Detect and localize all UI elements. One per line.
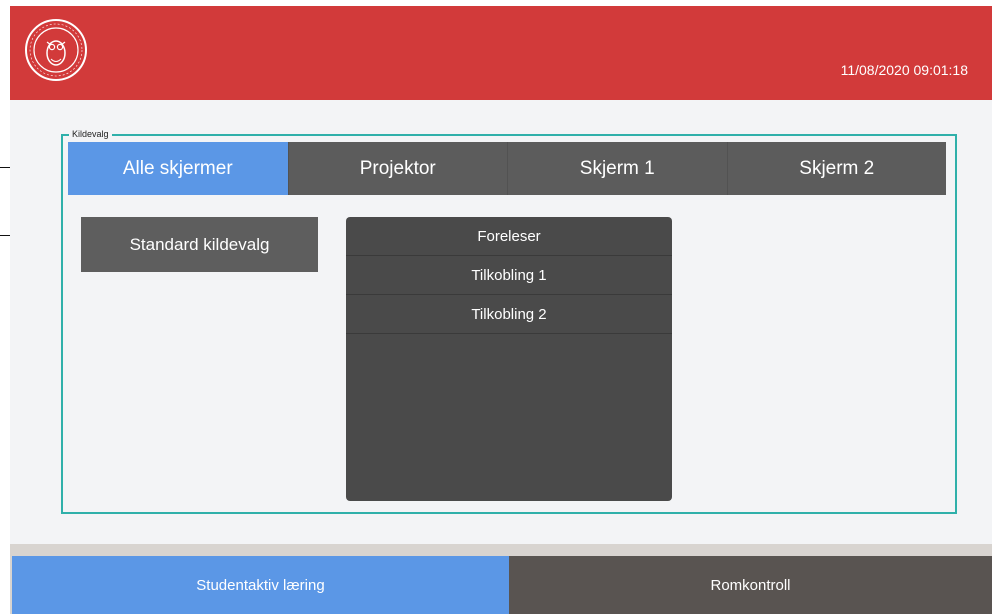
studentaktiv-laering-button[interactable]: Studentaktiv læring (12, 556, 509, 614)
romkontroll-button[interactable]: Romkontroll (509, 556, 992, 614)
source-list: Foreleser Tilkobling 1 Tilkobling 2 (346, 217, 672, 501)
source-item-foreleser[interactable]: Foreleser (346, 217, 672, 256)
standard-source-button[interactable]: Standard kildevalg (81, 217, 318, 272)
footer-bar: Studentaktiv læring Romkontroll (10, 544, 992, 614)
datetime-display: 11/08/2020 09:01:18 (840, 62, 968, 78)
header-bar: 11/08/2020 09:01:18 (10, 6, 992, 100)
touch-panel-screen: 11/08/2020 09:01:18 Kildevalg Alle skjer… (10, 6, 992, 614)
tab-alle-skjermer[interactable]: Alle skjermer (68, 142, 288, 195)
source-selection-group: Kildevalg Alle skjermer Projektor Skjerm… (61, 128, 957, 514)
tab-skjerm-2[interactable]: Skjerm 2 (726, 142, 946, 195)
university-seal-logo (25, 19, 87, 81)
group-legend: Kildevalg (69, 128, 112, 140)
tab-skjerm-1[interactable]: Skjerm 1 (507, 142, 727, 195)
tab-projektor[interactable]: Projektor (287, 142, 507, 195)
display-tabs: Alle skjermer Projektor Skjerm 1 Skjerm … (68, 142, 946, 195)
source-item-tilkobling-1[interactable]: Tilkobling 1 (346, 256, 672, 295)
source-item-tilkobling-2[interactable]: Tilkobling 2 (346, 295, 672, 334)
